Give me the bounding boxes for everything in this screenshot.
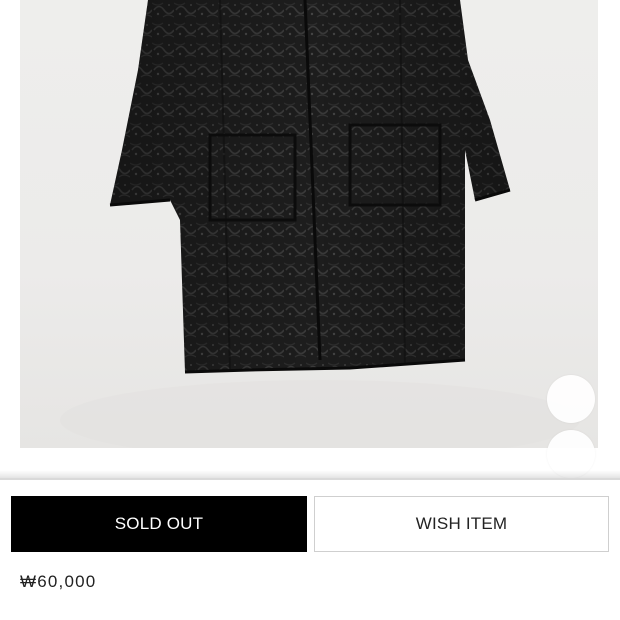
product-image-carousel[interactable] bbox=[0, 0, 620, 478]
sold-out-button[interactable]: SOLD OUT bbox=[11, 496, 307, 552]
product-photo[interactable] bbox=[20, 0, 598, 448]
sold-out-label: SOLD OUT bbox=[114, 514, 204, 533]
product-price: ₩60,000 bbox=[20, 572, 97, 591]
wish-item-button[interactable]: WISH ITEM bbox=[314, 496, 609, 552]
coat-illustration bbox=[60, 0, 580, 448]
wish-item-label: WISH ITEM bbox=[415, 514, 508, 533]
gallery-dot[interactable] bbox=[547, 375, 595, 423]
divider bbox=[0, 478, 620, 480]
product-page: SOLD OUT WISH ITEM ₩60,000 bbox=[0, 0, 620, 620]
